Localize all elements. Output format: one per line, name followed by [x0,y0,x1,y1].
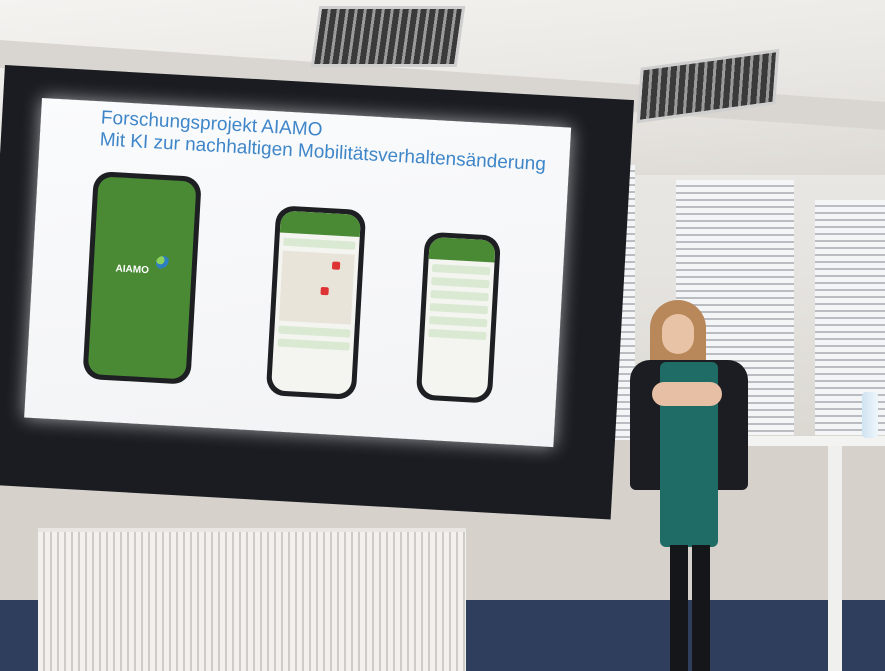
presenter-face [662,314,694,354]
presenter [622,300,757,671]
phone-splash: AIAMO [82,171,202,385]
phone-screen [271,210,361,395]
water-bottle [862,392,878,438]
map-view [278,250,355,325]
desk-leg [828,446,842,671]
app-logo-icon [155,255,171,271]
map-pin-icon [320,286,329,296]
presentation-slide: Forschungsprojekt AIAMO Mit KI zur nachh… [24,98,572,448]
app-row [278,325,351,338]
app-header [428,236,496,263]
phone-screen [421,236,496,399]
app-row [428,315,488,328]
app-header [279,210,361,237]
app-row [428,328,487,341]
phone-map-screen [265,205,367,400]
map-pin-icon [331,261,341,270]
presenter-hands [652,382,722,406]
app-row [430,290,489,302]
app-row [429,302,489,315]
radiator [38,528,466,671]
app-row [283,237,356,250]
app-row [431,277,490,289]
phone-screen: AIAMO [87,176,197,380]
app-logo-text: AIAMO [115,263,150,277]
presenter-legs [670,545,710,671]
ceiling-light [310,6,466,67]
app-row [431,264,491,276]
phone-list-screen [415,231,502,404]
app-row [277,338,350,351]
photo-scene: Forschungsprojekt AIAMO Mit KI zur nachh… [0,0,885,671]
